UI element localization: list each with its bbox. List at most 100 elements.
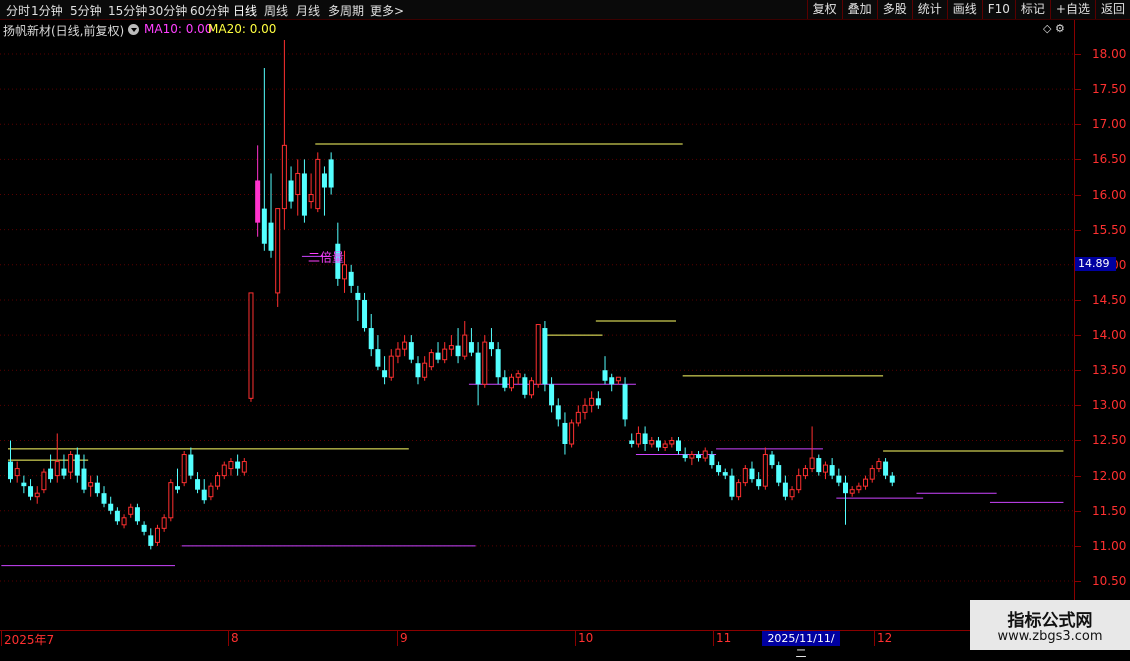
candle-body — [569, 422, 575, 445]
candle-body — [856, 485, 862, 491]
candle-body — [802, 468, 808, 477]
candle-body — [68, 454, 74, 473]
period-tab-30min[interactable]: 30分钟 — [148, 2, 187, 19]
candle-body — [275, 208, 281, 294]
candle-body — [382, 370, 388, 378]
y-tick-label: 13.50 — [1092, 363, 1127, 378]
candle-body — [589, 397, 595, 406]
y-tick-label: 10.50 — [1092, 574, 1127, 589]
candle-body — [615, 376, 621, 382]
candle-body — [255, 180, 261, 223]
candle-body — [288, 180, 294, 202]
period-tab-5min[interactable]: 5分钟 — [70, 2, 102, 19]
y-tick-label: 12.50 — [1092, 433, 1127, 448]
candle-body — [495, 349, 501, 378]
ma20-value: MA20: 0.00 — [208, 22, 277, 36]
y-tick-label: 16.50 — [1092, 152, 1127, 167]
candle-body — [121, 517, 127, 526]
candle-body — [168, 482, 174, 519]
candle-body — [488, 342, 494, 350]
period-tab-1min[interactable]: 1分钟 — [31, 2, 63, 19]
period-tab-daily[interactable]: 日线 — [233, 2, 257, 19]
candle-body — [422, 362, 428, 378]
candle-body — [408, 342, 414, 360]
candle-body — [789, 489, 795, 498]
y-tick — [1075, 335, 1081, 337]
candle-body — [762, 454, 768, 487]
y-tick — [1075, 440, 1081, 442]
candle-body — [669, 439, 675, 445]
candle-body — [582, 404, 588, 413]
candle-body — [195, 479, 201, 490]
candle-body — [509, 376, 514, 389]
candle-body — [448, 345, 454, 350]
candle-body — [529, 380, 535, 396]
candle-body — [595, 398, 601, 406]
candle-body — [756, 479, 762, 487]
candle-body — [575, 411, 581, 424]
candle-body — [114, 510, 120, 522]
period-tab-weekly[interactable]: 周线 — [264, 2, 288, 19]
add-watchlist-button[interactable]: +自选 — [1049, 0, 1095, 19]
overlay-button[interactable]: 叠加 — [841, 0, 877, 19]
current-price-tag: 14.89 — [1075, 257, 1116, 271]
candle-body — [248, 292, 254, 399]
y-tick — [1075, 510, 1081, 512]
multi-stock-button[interactable]: 多股 — [876, 0, 912, 19]
candle-body — [782, 482, 788, 497]
candle-body — [14, 468, 20, 477]
y-tick-label: 15.50 — [1092, 222, 1127, 237]
ma10-value: MA10: 0.00 — [144, 22, 213, 36]
y-tick — [1075, 545, 1081, 547]
candle-body — [94, 482, 100, 494]
candle-body — [676, 440, 681, 452]
statistics-button[interactable]: 统计 — [911, 0, 947, 19]
candle-body — [435, 352, 441, 360]
y-tick — [1075, 405, 1081, 407]
y-tick-label: 17.50 — [1092, 82, 1127, 97]
candle-body — [301, 173, 307, 216]
x-label-jul: 2025年7 — [4, 633, 55, 647]
function-toolbar: 复权 叠加 多股 统计 画线 F10 标记 +自选 返回 — [806, 0, 1130, 19]
candle-body — [181, 454, 187, 484]
period-tab-multi[interactable]: 多周期 — [328, 2, 364, 19]
period-tab-fenshi[interactable]: 分时 — [6, 2, 30, 19]
candle-body — [221, 464, 227, 477]
candle-body — [535, 324, 541, 385]
y-tick-label: 12.00 — [1092, 468, 1127, 483]
restore-rights-button[interactable]: 复权 — [806, 0, 842, 19]
period-tab-more[interactable]: 更多> — [370, 2, 404, 19]
candle-body — [308, 194, 314, 203]
candle-body — [101, 493, 107, 504]
candle-body — [74, 454, 80, 476]
period-tab-15min[interactable]: 15分钟 — [108, 2, 147, 19]
candle-body — [268, 222, 274, 251]
candle-body — [362, 299, 368, 329]
period-tab-monthly[interactable]: 月线 — [296, 2, 320, 19]
candle-body — [241, 461, 247, 473]
candlestick-chart[interactable]: 二倍量 — [0, 38, 1074, 630]
candle-body — [321, 173, 327, 188]
candle-body — [796, 475, 802, 491]
draw-line-button[interactable]: 画线 — [946, 0, 982, 19]
candle-body — [749, 468, 755, 480]
chart-settings-icons[interactable]: ◇ ⚙ — [1043, 22, 1065, 35]
y-tick — [1075, 229, 1081, 231]
candle-body — [348, 271, 354, 286]
period-tab-60min[interactable]: 60分钟 — [190, 2, 229, 19]
y-axis — [1074, 20, 1075, 630]
candle-body — [281, 144, 287, 210]
chevron-down-icon[interactable] — [128, 24, 139, 35]
candle-body — [836, 475, 842, 483]
candle-body — [863, 478, 869, 487]
stock-title: 扬帆新材(日线,前复权) — [3, 24, 125, 38]
candle-body — [81, 468, 87, 490]
x-tick — [874, 630, 875, 646]
back-button[interactable]: 返回 — [1094, 0, 1130, 19]
candle-body — [522, 377, 528, 395]
y-tick-label: 16.00 — [1092, 187, 1127, 202]
candle-body — [816, 458, 822, 473]
candle-body — [655, 440, 661, 448]
f10-button[interactable]: F10 — [981, 0, 1015, 19]
mark-button[interactable]: 标记 — [1014, 0, 1050, 19]
